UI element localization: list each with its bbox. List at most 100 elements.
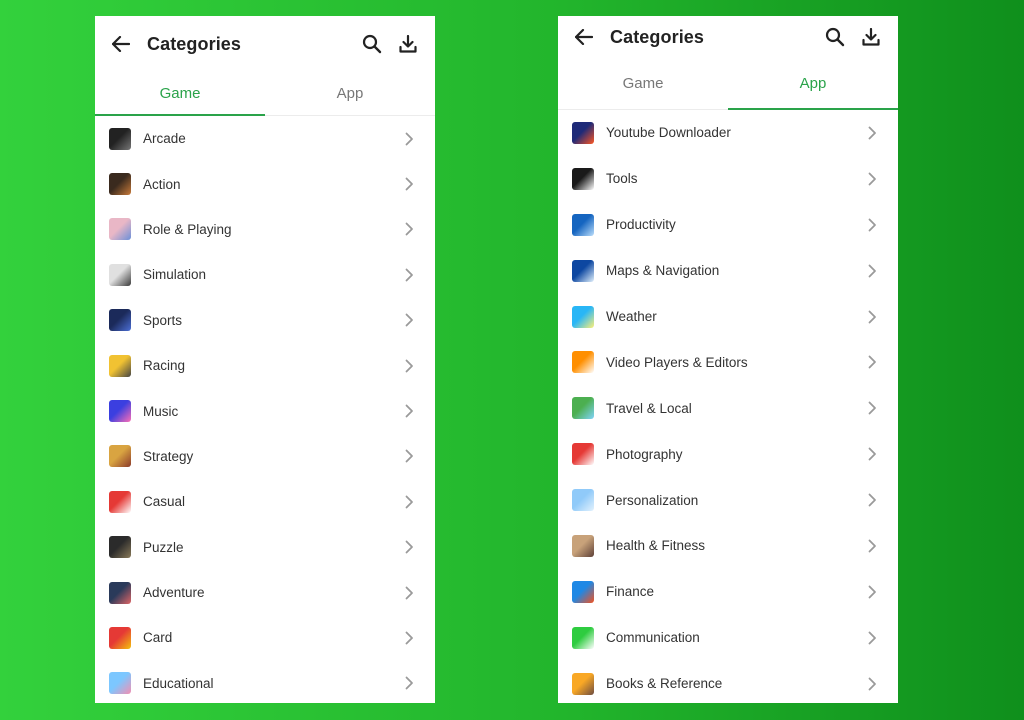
list-item-label: Adventure	[143, 585, 205, 601]
list-item[interactable]: Maps & Navigation	[558, 248, 898, 294]
list-item[interactable]: Educational	[95, 661, 435, 703]
list-item-label: Strategy	[143, 448, 194, 464]
list-item-label: Educational	[143, 675, 214, 691]
casual-icon	[109, 490, 131, 513]
list-item-label: Card	[143, 630, 173, 646]
list-item[interactable]: Books & Reference	[558, 661, 898, 703]
chevron-right-icon	[403, 539, 415, 555]
top-bar: Categories	[558, 16, 898, 58]
list-item-label: Productivity	[606, 217, 676, 233]
search-icon[interactable]	[824, 26, 846, 48]
adventure-icon	[109, 581, 131, 604]
chevron-right-icon	[403, 131, 415, 147]
chevron-right-icon	[866, 309, 878, 325]
list-item-label: Personalization	[606, 492, 699, 508]
list-item-label: Role & Playing	[143, 221, 232, 237]
page-title: Categories	[147, 33, 242, 54]
tab-game[interactable]: Game	[558, 58, 728, 109]
list-item[interactable]: Adventure	[95, 570, 435, 615]
list-item[interactable]: Communication	[558, 615, 898, 661]
list-item[interactable]: Personalization	[558, 477, 898, 523]
list-item-label: Health & Fitness	[606, 538, 706, 554]
educational-icon	[109, 672, 131, 695]
chevron-right-icon	[403, 494, 415, 510]
chevron-right-icon	[866, 492, 878, 508]
list-item-label: Travel & Local	[606, 400, 692, 416]
books-reference-icon	[572, 672, 594, 695]
list-item[interactable]: Role & Playing	[95, 207, 435, 252]
list-item[interactable]: Casual	[95, 479, 435, 524]
page-title: Categories	[610, 26, 705, 47]
tab-app[interactable]: App	[265, 72, 435, 115]
travel-local-icon	[572, 397, 594, 420]
list-item-label: Arcade	[143, 131, 186, 147]
list-item-label: Puzzle	[143, 539, 184, 555]
chevron-right-icon	[866, 400, 878, 416]
list-item[interactable]: Puzzle	[95, 525, 435, 570]
list-item-label: Casual	[143, 494, 186, 510]
list-item[interactable]: Strategy	[95, 434, 435, 479]
list-item[interactable]: Travel & Local	[558, 385, 898, 431]
chevron-right-icon	[866, 217, 878, 233]
list-item[interactable]: Youtube Downloader	[558, 110, 898, 156]
list-item-label: Weather	[606, 309, 657, 324]
list-item[interactable]: Productivity	[558, 202, 898, 248]
chevron-right-icon	[403, 358, 415, 374]
chevron-right-icon	[403, 176, 415, 192]
categories-screen-app: Categories Game App Youtube Downloader To…	[558, 16, 898, 703]
list-item[interactable]: Action	[95, 161, 435, 206]
weather-icon	[572, 305, 594, 328]
role-playing-icon	[109, 218, 131, 241]
top-bar: Categories	[95, 16, 435, 72]
chevron-right-icon	[403, 675, 415, 691]
category-tabs: Game App	[95, 72, 435, 116]
search-icon[interactable]	[361, 33, 383, 55]
list-item[interactable]: Simulation	[95, 252, 435, 297]
list-item-label: Photography	[606, 446, 683, 462]
tab-game[interactable]: Game	[95, 72, 265, 116]
back-arrow-icon[interactable]	[572, 25, 596, 49]
list-item[interactable]: Photography	[558, 431, 898, 477]
simulation-icon	[109, 263, 131, 286]
list-item[interactable]: Arcade	[95, 116, 435, 161]
chevron-right-icon	[866, 630, 878, 646]
chevron-right-icon	[866, 676, 878, 692]
list-item-label: Video Players & Editors	[606, 354, 748, 370]
chevron-right-icon	[866, 125, 878, 141]
chevron-right-icon	[403, 267, 415, 283]
tab-app[interactable]: App	[728, 58, 898, 110]
arcade-icon	[109, 127, 131, 150]
list-item[interactable]: Tools	[558, 156, 898, 202]
list-item[interactable]: Sports	[95, 298, 435, 343]
chevron-right-icon	[403, 221, 415, 237]
list-item[interactable]: Music	[95, 388, 435, 433]
list-item[interactable]: Card	[95, 615, 435, 660]
download-icon[interactable]	[860, 26, 882, 48]
list-item-label: Sports	[143, 312, 183, 328]
chevron-right-icon	[866, 171, 878, 187]
list-item-label: Action	[143, 176, 181, 192]
list-item-label: Tools	[606, 171, 638, 187]
categories-screen-game: Categories Game App Arcade Action Role & P…	[95, 16, 435, 703]
list-item-label: Maps & Navigation	[606, 263, 720, 279]
sports-icon	[109, 309, 131, 332]
list-item[interactable]: Racing	[95, 343, 435, 388]
photography-icon	[572, 443, 594, 466]
card-icon	[109, 626, 131, 649]
list-item-label: Books & Reference	[606, 676, 723, 692]
list-item[interactable]: Video Players & Editors	[558, 339, 898, 385]
communication-icon	[572, 626, 594, 649]
list-item-label: Communication	[606, 630, 700, 646]
list-item[interactable]: Finance	[558, 569, 898, 615]
list-item-label: Music	[143, 403, 179, 419]
list-item-label: Racing	[143, 358, 186, 374]
list-item-label: Simulation	[143, 267, 207, 283]
list-item[interactable]: Weather	[558, 294, 898, 340]
chevron-right-icon	[866, 584, 878, 600]
back-arrow-icon[interactable]	[109, 32, 133, 56]
chevron-right-icon	[403, 448, 415, 464]
personalization-icon	[572, 489, 594, 512]
tools-icon	[572, 167, 594, 190]
list-item[interactable]: Health & Fitness	[558, 523, 898, 569]
download-icon[interactable]	[397, 33, 419, 55]
